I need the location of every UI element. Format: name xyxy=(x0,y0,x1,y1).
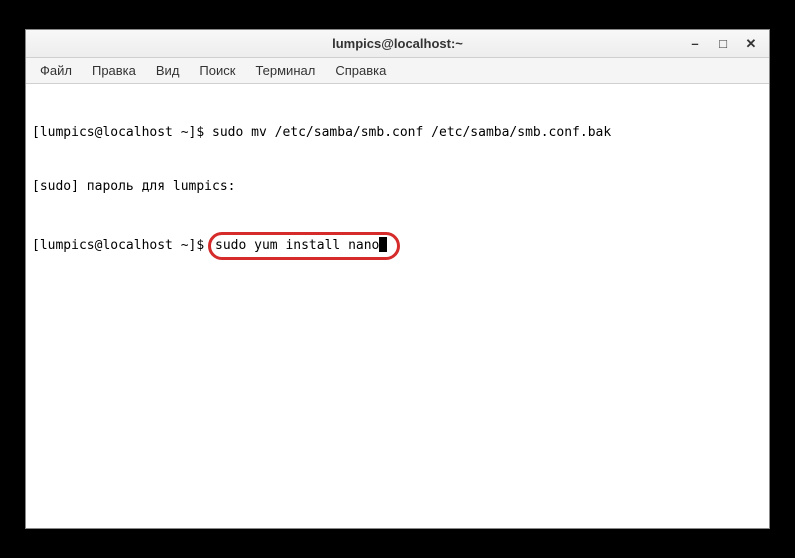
minimize-button[interactable]: – xyxy=(681,33,709,55)
menu-file[interactable]: Файл xyxy=(30,59,82,82)
terminal-line: [lumpics@localhost ~]$ sudo mv /etc/samb… xyxy=(32,124,763,142)
close-button[interactable]: ✕ xyxy=(737,33,765,55)
command-text: sudo mv /etc/samba/smb.conf /etc/samba/s… xyxy=(212,125,611,140)
menu-view[interactable]: Вид xyxy=(146,59,190,82)
cursor-icon xyxy=(379,237,387,252)
terminal-line: [lumpics@localhost ~]$ sudo yum install … xyxy=(32,232,763,260)
window-controls: – □ ✕ xyxy=(681,33,765,55)
terminal-line: [sudo] пароль для lumpics: xyxy=(32,178,763,196)
menubar: Файл Правка Вид Поиск Терминал Справка xyxy=(26,58,769,84)
titlebar[interactable]: lumpics@localhost:~ – □ ✕ xyxy=(26,30,769,58)
highlighted-command: sudo yum install nano xyxy=(208,232,400,260)
menu-help[interactable]: Справка xyxy=(325,59,396,82)
terminal-window: lumpics@localhost:~ – □ ✕ Файл Правка Ви… xyxy=(25,29,770,529)
command-text: sudo yum install nano xyxy=(215,238,379,253)
prompt: [lumpics@localhost ~]$ xyxy=(32,238,212,253)
terminal-content[interactable]: [lumpics@localhost ~]$ sudo mv /etc/samb… xyxy=(26,84,769,528)
window-title: lumpics@localhost:~ xyxy=(332,36,463,51)
menu-search[interactable]: Поиск xyxy=(189,59,245,82)
prompt: [lumpics@localhost ~]$ xyxy=(32,125,212,140)
maximize-button[interactable]: □ xyxy=(709,33,737,55)
menu-terminal[interactable]: Терминал xyxy=(245,59,325,82)
menu-edit[interactable]: Правка xyxy=(82,59,146,82)
